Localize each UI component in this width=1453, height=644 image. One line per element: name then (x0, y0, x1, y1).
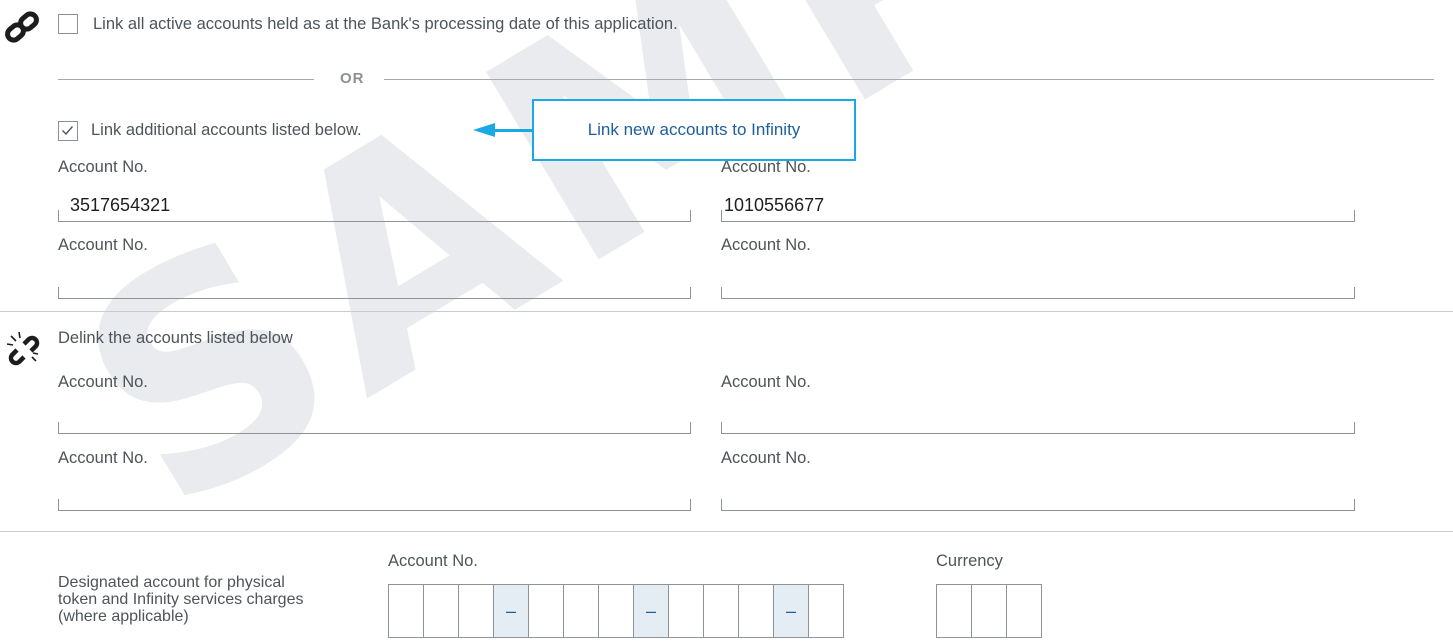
delink-account-field-1[interactable] (58, 420, 691, 434)
delink-account-field-2[interactable] (721, 420, 1355, 434)
account-digit-cell[interactable] (423, 584, 459, 638)
link-all-checkbox[interactable] (58, 14, 78, 34)
designated-account-grid: – – – (388, 584, 844, 638)
currency-cell[interactable] (936, 584, 972, 638)
delink-account-label-4: Account No. (721, 449, 811, 467)
link-account-value-1: 3517654321 (70, 195, 171, 215)
or-line-right (384, 79, 1434, 80)
link-additional-label: Link additional accounts listed below. (91, 121, 362, 139)
designated-description: Designated account for physical token an… (58, 574, 304, 625)
link-account-label-3: Account No. (58, 236, 148, 254)
account-digit-cell[interactable] (808, 584, 844, 638)
checkmark-icon (62, 126, 74, 136)
account-digit-cell[interactable] (738, 584, 774, 638)
callout-arrow-line (494, 129, 532, 132)
delink-account-label-2: Account No. (721, 373, 811, 391)
delink-label: Delink the accounts listed below (58, 329, 293, 347)
account-digit-cell[interactable] (598, 584, 634, 638)
currency-cell[interactable] (971, 584, 1007, 638)
callout-arrow-head (473, 123, 495, 137)
account-digit-cell[interactable] (388, 584, 424, 638)
link-additional-checkbox[interactable] (58, 121, 78, 141)
link-account-value-2: 1010556677 (724, 195, 825, 215)
currency-cell[interactable] (1006, 584, 1042, 638)
section-divider-2 (0, 531, 1453, 532)
currency-grid (936, 584, 1042, 638)
delink-account-field-3[interactable] (58, 497, 691, 511)
or-label: OR (340, 70, 365, 87)
broken-link-icon (2, 328, 42, 368)
link-account-field-3[interactable] (58, 285, 691, 299)
designated-account-label: Account No. (388, 552, 478, 570)
callout-box: Link new accounts to Infinity (532, 99, 856, 161)
account-separator-cell: – (773, 584, 809, 638)
delink-account-label-3: Account No. (58, 449, 148, 467)
link-icon (2, 10, 42, 44)
account-separator-cell: – (493, 584, 529, 638)
link-account-label-4: Account No. (721, 236, 811, 254)
or-line-left (58, 79, 314, 80)
section-divider-1 (0, 311, 1453, 312)
account-digit-cell[interactable] (703, 584, 739, 638)
delink-account-field-4[interactable] (721, 497, 1355, 511)
currency-label: Currency (936, 552, 1003, 570)
link-all-label: Link all active accounts held as at the … (93, 15, 678, 33)
delink-account-label-1: Account No. (58, 373, 148, 391)
account-digit-cell[interactable] (563, 584, 599, 638)
account-separator-cell: – (633, 584, 669, 638)
sample-watermark: SAMPLE (27, 0, 1437, 578)
account-digit-cell[interactable] (528, 584, 564, 638)
link-account-field-4[interactable] (721, 285, 1355, 299)
link-account-label-1: Account No. (58, 158, 148, 176)
account-digit-cell[interactable] (458, 584, 494, 638)
account-digit-cell[interactable] (668, 584, 704, 638)
